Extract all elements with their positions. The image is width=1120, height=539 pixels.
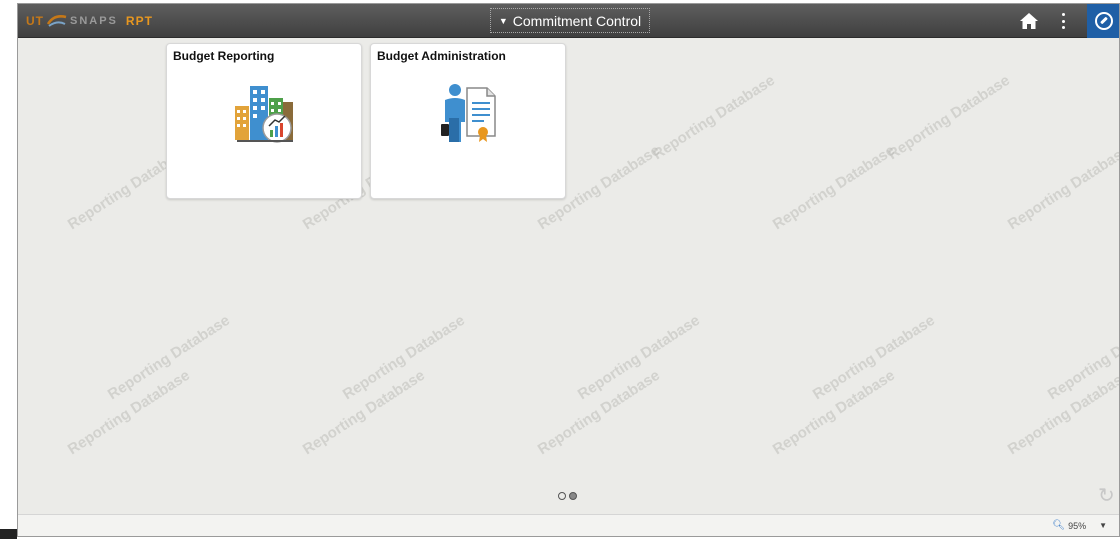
watermark-text: Reporting Database (1004, 366, 1120, 459)
watermark-text: Reporting Database (649, 71, 778, 164)
homepage-selector-dropdown[interactable]: ▼ Commitment Control (490, 8, 650, 33)
more-dot (1061, 26, 1065, 29)
watermark-text: Reporting Database (299, 366, 428, 459)
browser-status-bar: 🔍︎ 95% ▼ (18, 514, 1119, 536)
logo-snaps-text: SNAPS (70, 15, 118, 27)
logo-rpt-text: RPT (125, 14, 153, 28)
person-certificate-icon (441, 84, 496, 142)
app-window: UT SNAPS RPT ▼ Commitment Control Report… (17, 3, 1120, 537)
caret-down-icon: ▼ (498, 15, 508, 26)
tile-budget-administration[interactable]: Budget Administration (370, 43, 566, 199)
logo-swirl-icon (46, 14, 68, 28)
more-dot (1061, 13, 1065, 16)
actions-menu-button[interactable] (1058, 11, 1068, 31)
home-icon (1020, 13, 1038, 29)
home-button[interactable] (1019, 11, 1039, 31)
watermark-text: Reporting Database (1044, 311, 1120, 404)
zoom-level: 95% (1068, 520, 1087, 531)
ut-snaps-rpt-logo[interactable]: UT SNAPS RPT (26, 13, 153, 29)
zoom-control[interactable]: 🔍︎ 95% ▼ (1052, 520, 1107, 531)
tile-budget-reporting[interactable]: Budget Reporting (166, 43, 362, 199)
homepage-title: Commitment Control (512, 12, 642, 29)
page-dot-active[interactable] (569, 492, 577, 500)
header-bar: UT SNAPS RPT ▼ Commitment Control (18, 4, 1119, 38)
page-indicator (558, 492, 577, 500)
tile-title: Budget Reporting (173, 49, 275, 63)
zoom-dropdown-icon[interactable]: ▼ (1099, 521, 1107, 530)
watermark-text: Reporting Database (1004, 141, 1120, 234)
watermark-text: Reporting Database (534, 366, 663, 459)
refresh-icon[interactable]: ↻ (1098, 486, 1118, 506)
watermark-text: Reporting Database (769, 141, 898, 234)
watermark-text: Reporting Database (574, 311, 703, 404)
watermark-text: Reporting Database (104, 311, 233, 404)
magnifier-icon: 🔍︎ (1052, 520, 1066, 531)
watermark-text: Reporting Database (339, 311, 468, 404)
logo-ut-text: UT (26, 14, 44, 28)
page-dot[interactable] (558, 492, 566, 500)
more-dot (1061, 19, 1065, 23)
watermark-text: Reporting Database (884, 71, 1013, 164)
watermark-text: Reporting Database (769, 366, 898, 459)
compass-icon (1095, 12, 1113, 30)
taskbar-fragment (0, 529, 17, 539)
navbar-button[interactable] (1087, 4, 1119, 38)
buildings-chart-icon (235, 86, 293, 143)
tile-title: Budget Administration (377, 49, 506, 63)
watermark-text: Reporting Database (809, 311, 938, 404)
watermark-text: Reporting Database (64, 366, 193, 459)
